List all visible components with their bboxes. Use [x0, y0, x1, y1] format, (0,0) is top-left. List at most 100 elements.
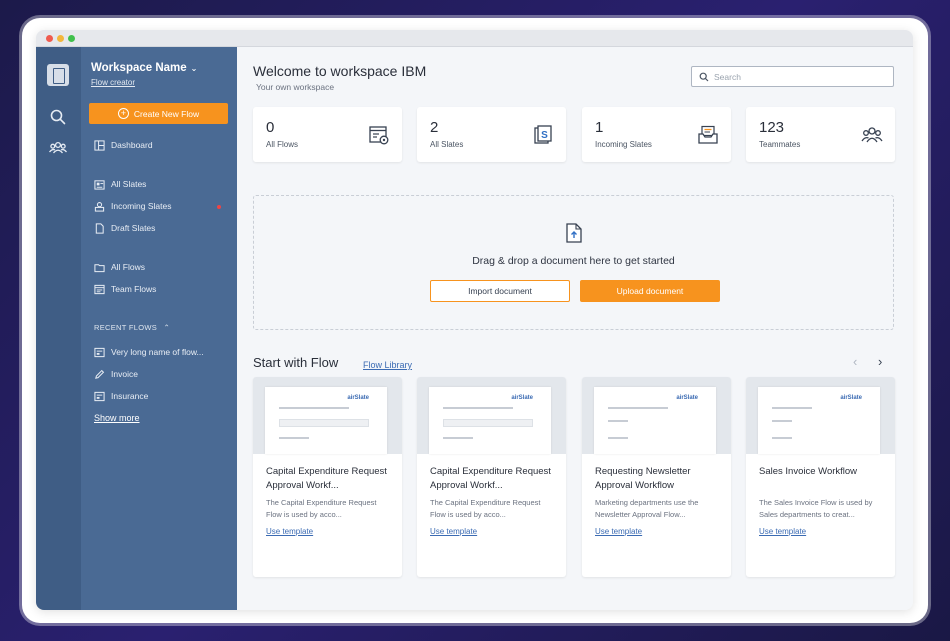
use-template-link[interactable]: Use template — [759, 527, 806, 536]
preview-line — [279, 437, 309, 439]
template-title: Requesting Newsletter Approval Workflow — [595, 466, 691, 491]
template-preview: airSlate — [429, 387, 551, 454]
preview-line — [443, 407, 513, 409]
stat-card-all-slates[interactable]: 2 All Slates S — [417, 107, 566, 162]
upload-document-button[interactable]: Upload document — [580, 280, 720, 302]
show-more-link[interactable]: Show more — [94, 413, 140, 423]
recent-flow-item[interactable]: Invoice — [94, 367, 138, 381]
chevron-left-icon[interactable]: ‹ — [853, 354, 857, 369]
chevron-up-icon: ⌃ — [163, 323, 171, 332]
inbox-icon — [94, 201, 105, 212]
draft-icon — [95, 222, 104, 234]
stat-label: All Flows — [266, 140, 299, 149]
recent-flow-item[interactable]: Insurance — [94, 389, 148, 403]
template-card[interactable]: airSlate Capital Expenditure Request App… — [417, 377, 566, 577]
preview-line — [608, 407, 668, 409]
stat-label: Incoming Slates — [595, 140, 652, 149]
dropzone-text: Drag & drop a document here to get start… — [472, 255, 675, 267]
stat-card-all-flows[interactable]: 0 All Flows — [253, 107, 402, 162]
slate-s-icon: S — [534, 125, 552, 144]
slates-icon — [94, 179, 105, 190]
plus-circle-icon: + — [117, 108, 129, 119]
template-description: The Sales Invoice Flow is used by Sales … — [759, 498, 873, 519]
sidebar-item-label: Invoice — [111, 369, 138, 379]
preview-line — [772, 407, 812, 409]
chevron-right-icon[interactable]: › — [878, 354, 882, 369]
app-window: Workspace Name ⌄ Flow creator + Create Ne… — [36, 30, 913, 610]
minimize-window-button[interactable] — [57, 35, 64, 42]
form-icon — [94, 347, 105, 357]
sidebar-item-draft-slates[interactable]: Draft Slates — [94, 221, 155, 235]
template-description: The Capital Expenditure Request Flow is … — [430, 498, 541, 519]
search-box[interactable] — [691, 66, 894, 87]
main-content: Welcome to workspace IBM Your own worksp… — [237, 47, 913, 610]
maximize-window-button[interactable] — [68, 35, 75, 42]
preview-line — [443, 437, 473, 439]
template-description: The Capital Expenditure Request Flow is … — [266, 498, 377, 519]
workspace-switcher[interactable]: Workspace Name ⌄ — [91, 62, 197, 74]
app-logo-icon[interactable] — [47, 64, 69, 86]
team-icon[interactable] — [48, 138, 68, 158]
sidebar-item-incoming-slates[interactable]: Incoming Slates — [94, 199, 171, 213]
sidebar: Workspace Name ⌄ Flow creator + Create Ne… — [81, 47, 237, 610]
inbox-tray-icon — [698, 125, 718, 144]
preview-field — [279, 419, 369, 427]
brand-logo: airSlate — [840, 395, 862, 401]
create-new-flow-button[interactable]: + Create New Flow — [89, 103, 228, 124]
icon-rail — [36, 47, 81, 610]
document-dropzone[interactable]: Drag & drop a document here to get start… — [253, 195, 894, 330]
use-template-link[interactable]: Use template — [266, 527, 313, 536]
sidebar-item-label: Draft Slates — [111, 223, 156, 233]
folder-icon — [94, 263, 105, 272]
preview-field — [443, 419, 533, 427]
chevron-down-icon: ⌄ — [190, 64, 198, 73]
stat-card-teammates[interactable]: 123 Teammates — [746, 107, 895, 162]
search-icon[interactable] — [48, 107, 68, 127]
template-title: Sales Invoice Workflow — [759, 466, 858, 477]
brand-logo: airSlate — [676, 395, 698, 401]
template-description: Marketing departments use the Newsletter… — [595, 498, 699, 519]
template-preview: airSlate — [758, 387, 880, 454]
sidebar-item-all-flows[interactable]: All Flows — [94, 260, 145, 274]
search-input[interactable] — [714, 71, 884, 82]
template-card[interactable]: airSlate Requesting Newsletter Approval … — [582, 377, 731, 577]
stat-card-incoming-slates[interactable]: 1 Incoming Slates — [582, 107, 731, 162]
use-template-link[interactable]: Use template — [430, 527, 477, 536]
sidebar-item-label: Team Flows — [111, 284, 157, 294]
flow-library-link[interactable]: Flow Library — [363, 360, 412, 370]
window-titlebar — [36, 30, 913, 47]
stat-label: All Slates — [430, 140, 464, 149]
form-icon — [94, 391, 105, 401]
sidebar-item-label: All Flows — [111, 262, 146, 272]
sidebar-item-dashboard[interactable]: Dashboard — [94, 138, 153, 152]
brand-logo: airSlate — [347, 395, 369, 401]
use-template-link[interactable]: Use template — [595, 527, 642, 536]
preview-line — [772, 420, 792, 422]
sidebar-item-all-slates[interactable]: All Slates — [94, 177, 146, 191]
close-window-button[interactable] — [46, 35, 53, 42]
workspace-role-link[interactable]: Flow creator — [91, 78, 135, 87]
dashboard-icon — [94, 139, 105, 151]
template-title: Capital Expenditure Request Approval Wor… — [266, 466, 387, 491]
recent-flows-heading[interactable]: RECENT FLOWS ⌃ — [94, 323, 170, 332]
create-new-flow-label: Create New Flow — [133, 108, 200, 119]
template-card[interactable]: airSlate Capital Expenditure Request App… — [253, 377, 402, 577]
template-thumbnail: airSlate — [253, 377, 402, 454]
template-title: Capital Expenditure Request Approval Wor… — [430, 466, 551, 491]
template-thumbnail: airSlate — [417, 377, 566, 454]
flows-gear-icon — [369, 126, 389, 145]
sidebar-item-label: All Slates — [111, 179, 147, 189]
stat-value: 123 — [759, 119, 785, 136]
recent-flows-title: RECENT FLOWS — [94, 323, 158, 332]
recent-flow-item[interactable]: Very long name of flow... — [94, 345, 204, 359]
import-document-button[interactable]: Import document — [430, 280, 570, 302]
page-title: Welcome to workspace IBM — [253, 63, 427, 79]
template-thumbnail: airSlate — [746, 377, 895, 454]
svg-text:S: S — [541, 130, 548, 141]
preview-line — [279, 407, 349, 409]
template-card[interactable]: airSlate Sales Invoice Workflow The Sale… — [746, 377, 895, 577]
brand-logo: airSlate — [511, 395, 533, 401]
sidebar-item-team-flows[interactable]: Team Flows — [94, 282, 156, 296]
template-preview: airSlate — [265, 387, 387, 454]
people-icon — [861, 127, 883, 143]
